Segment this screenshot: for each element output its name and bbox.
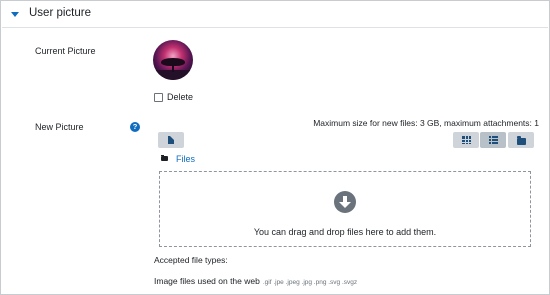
files-breadcrumb-link[interactable]: Files bbox=[176, 154, 195, 164]
section-header[interactable]: User picture bbox=[2, 2, 548, 28]
file-icon bbox=[168, 135, 175, 144]
avatar bbox=[153, 40, 193, 80]
user-picture-panel: User picture Current Picture Delete New … bbox=[0, 0, 550, 295]
list-icon bbox=[488, 136, 498, 144]
help-icon[interactable]: ? bbox=[130, 122, 140, 132]
accepted-types-label: Accepted file types: bbox=[154, 255, 228, 265]
grid-icon bbox=[461, 136, 471, 144]
accepted-types-list: Image files used on the web .gif .jpe .jp… bbox=[154, 276, 357, 286]
delete-checkbox[interactable] bbox=[154, 93, 163, 102]
accepted-types-extensions: .gif .jpe .jpeg .jpg .png .svg .svgz bbox=[262, 279, 358, 286]
folder-icon bbox=[516, 135, 526, 145]
view-grid-button[interactable] bbox=[453, 132, 479, 148]
drop-zone-text: You can drag and drop files here to add … bbox=[253, 227, 437, 237]
view-list-button[interactable] bbox=[480, 132, 506, 148]
download-arrow-icon bbox=[334, 191, 356, 213]
section-title: User picture bbox=[29, 7, 91, 19]
delete-label: Delete bbox=[167, 92, 194, 102]
folder-icon bbox=[161, 155, 168, 161]
accepted-types-name: Image files used on the web bbox=[154, 276, 260, 286]
add-file-button[interactable] bbox=[158, 132, 184, 148]
new-picture-label: New Picture bbox=[35, 122, 84, 132]
max-size-info: Maximum size for new files: 3 GB, maximu… bbox=[313, 118, 539, 128]
collapse-caret-icon[interactable] bbox=[11, 12, 19, 17]
view-tree-button[interactable] bbox=[508, 132, 534, 148]
current-picture-label: Current Picture bbox=[35, 46, 96, 56]
